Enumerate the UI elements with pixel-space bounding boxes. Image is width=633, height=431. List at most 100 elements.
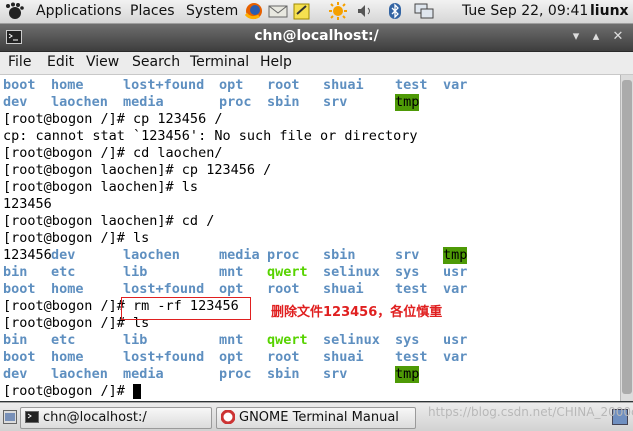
ls-entry: sbin (323, 247, 356, 263)
ls-entry: srv (395, 247, 420, 263)
task-manual-window[interactable]: GNOME Terminal Manual (216, 407, 416, 429)
ls-entry: test (395, 349, 428, 365)
ls-entry: proc (267, 247, 300, 263)
ls-entry: proc (219, 94, 252, 110)
scrollbar-thumb[interactable] (622, 80, 632, 394)
ls-entry: root (267, 281, 300, 297)
ls-entry: selinux (323, 264, 380, 280)
top-panel: Applications Places System Tue Sep 22, 0… (0, 0, 633, 24)
annotation-highlight-box (121, 297, 251, 320)
ls-entry: test (395, 77, 428, 93)
menu-search[interactable]: Search (132, 54, 180, 70)
system-menu[interactable]: System (186, 3, 238, 19)
ls-entry: sys (395, 264, 420, 280)
ls-entry: root (267, 349, 300, 365)
network-icon[interactable] (413, 2, 435, 20)
ls-entry: home (51, 77, 84, 93)
maximize-icon[interactable]: ▴ (588, 29, 604, 44)
volume-icon[interactable] (355, 2, 375, 20)
ls-entry: media (123, 366, 164, 382)
terminal-line: cp: cannot stat `123456': No such file o… (3, 128, 418, 144)
ls-entry: laochen (123, 247, 180, 263)
terminal-line: [root@bogon /]# ls (3, 230, 150, 246)
places-menu[interactable]: Places (130, 3, 175, 19)
ls-entry: dev (3, 94, 28, 110)
ls-entry: tmp (395, 366, 420, 383)
terminal-line: [root@bogon laochen]# cp 123456 / (3, 162, 272, 178)
ls-entry: media (123, 94, 164, 110)
ls-entry: opt (219, 281, 244, 297)
ls-entry: var (443, 349, 468, 365)
ls-entry: dev (51, 247, 76, 263)
menu-terminal[interactable]: Terminal (190, 54, 249, 70)
ls-entry: mnt (219, 332, 244, 348)
bluetooth-icon[interactable] (386, 2, 404, 20)
help-lifebuoy-icon (221, 410, 235, 424)
menu-edit[interactable]: Edit (47, 54, 74, 70)
ls-entry: var (443, 281, 468, 297)
window-titlebar[interactable]: chn@localhost:/ ▾ ▴ ✕ (0, 24, 633, 52)
ls-entry: opt (219, 77, 244, 93)
gnome-foot-icon[interactable] (3, 2, 25, 20)
ls-entry: 123456 (3, 247, 52, 263)
user-menu[interactable]: liunx (590, 3, 629, 19)
ls-entry: var (443, 77, 468, 93)
terminal-line: [root@bogon /]# cp 123456 / (3, 111, 223, 127)
ls-entry: lib (123, 264, 148, 280)
task-manual-label: GNOME Terminal Manual (239, 410, 399, 425)
final-prompt-line: [root@bogon /]# (3, 383, 134, 399)
ls-entry: tmp (395, 94, 420, 111)
ls-entry: root (267, 77, 300, 93)
menu-view[interactable]: View (86, 54, 119, 70)
ls-entry: usr (443, 332, 468, 348)
terminal-line: 123456 (3, 196, 52, 212)
ls-entry: lost+found (123, 77, 205, 93)
ls-entry: selinux (323, 332, 380, 348)
ls-entry: bin (3, 264, 28, 280)
watermark: https://blog.csdn.net/CHINA_2000chn (428, 405, 633, 419)
ls-entry: shuai (323, 281, 364, 297)
terminal-line: [root@bogon laochen]# ls (3, 179, 199, 195)
terminal-line: [root@bogon /]# cd laochen/ (3, 145, 223, 161)
terminal-scrollbar[interactable] (620, 75, 633, 401)
ls-entry: mnt (219, 264, 244, 280)
mail-icon[interactable] (267, 2, 289, 20)
close-icon[interactable]: ✕ (610, 29, 626, 44)
task-terminal-label: chn@localhost:/ (43, 410, 147, 425)
ls-entry: usr (443, 264, 468, 280)
menu-file[interactable]: File (8, 54, 31, 70)
ls-entry: sbin (267, 366, 300, 382)
annotation-text: 删除文件123456，各位慎重 (271, 305, 443, 320)
clock[interactable]: Tue Sep 22, 09:41 (462, 3, 588, 19)
ls-entry: qwert (267, 264, 308, 280)
terminal-output[interactable]: boot home lost+found opt root shuai test var dev… (0, 75, 620, 401)
ls-entry: media (219, 247, 260, 263)
firefox-icon[interactable] (243, 2, 265, 20)
terminal-task-icon (25, 411, 39, 423)
notes-icon[interactable] (291, 2, 313, 20)
menu-help[interactable]: Help (260, 54, 292, 70)
ls-entry: lib (123, 332, 148, 348)
ls-entry: sys (395, 332, 420, 348)
ls-entry: tmp (443, 247, 468, 264)
ls-entry: home (51, 281, 84, 297)
ls-entry: qwert (267, 332, 308, 348)
minimize-icon[interactable]: ▾ (568, 29, 584, 44)
ls-entry: etc (51, 332, 76, 348)
ls-entry: opt (219, 349, 244, 365)
ls-entry: shuai (323, 77, 364, 93)
ls-entry: sbin (267, 94, 300, 110)
ls-entry: boot (3, 349, 36, 365)
task-terminal-window[interactable]: chn@localhost:/ (20, 407, 212, 429)
ls-entry: shuai (323, 349, 364, 365)
applications-menu[interactable]: Applications (36, 3, 122, 19)
show-desktop-icon[interactable] (3, 410, 17, 424)
ls-entry: laochen (51, 366, 108, 382)
window-title: chn@localhost:/ (254, 28, 379, 44)
ls-entry: proc (219, 366, 252, 382)
weather-sun-icon (329, 2, 347, 20)
ls-entry: test (395, 281, 428, 297)
ls-entry: dev (3, 366, 28, 382)
ls-entry: laochen (51, 94, 108, 110)
ls-entry: lost+found (123, 349, 205, 365)
